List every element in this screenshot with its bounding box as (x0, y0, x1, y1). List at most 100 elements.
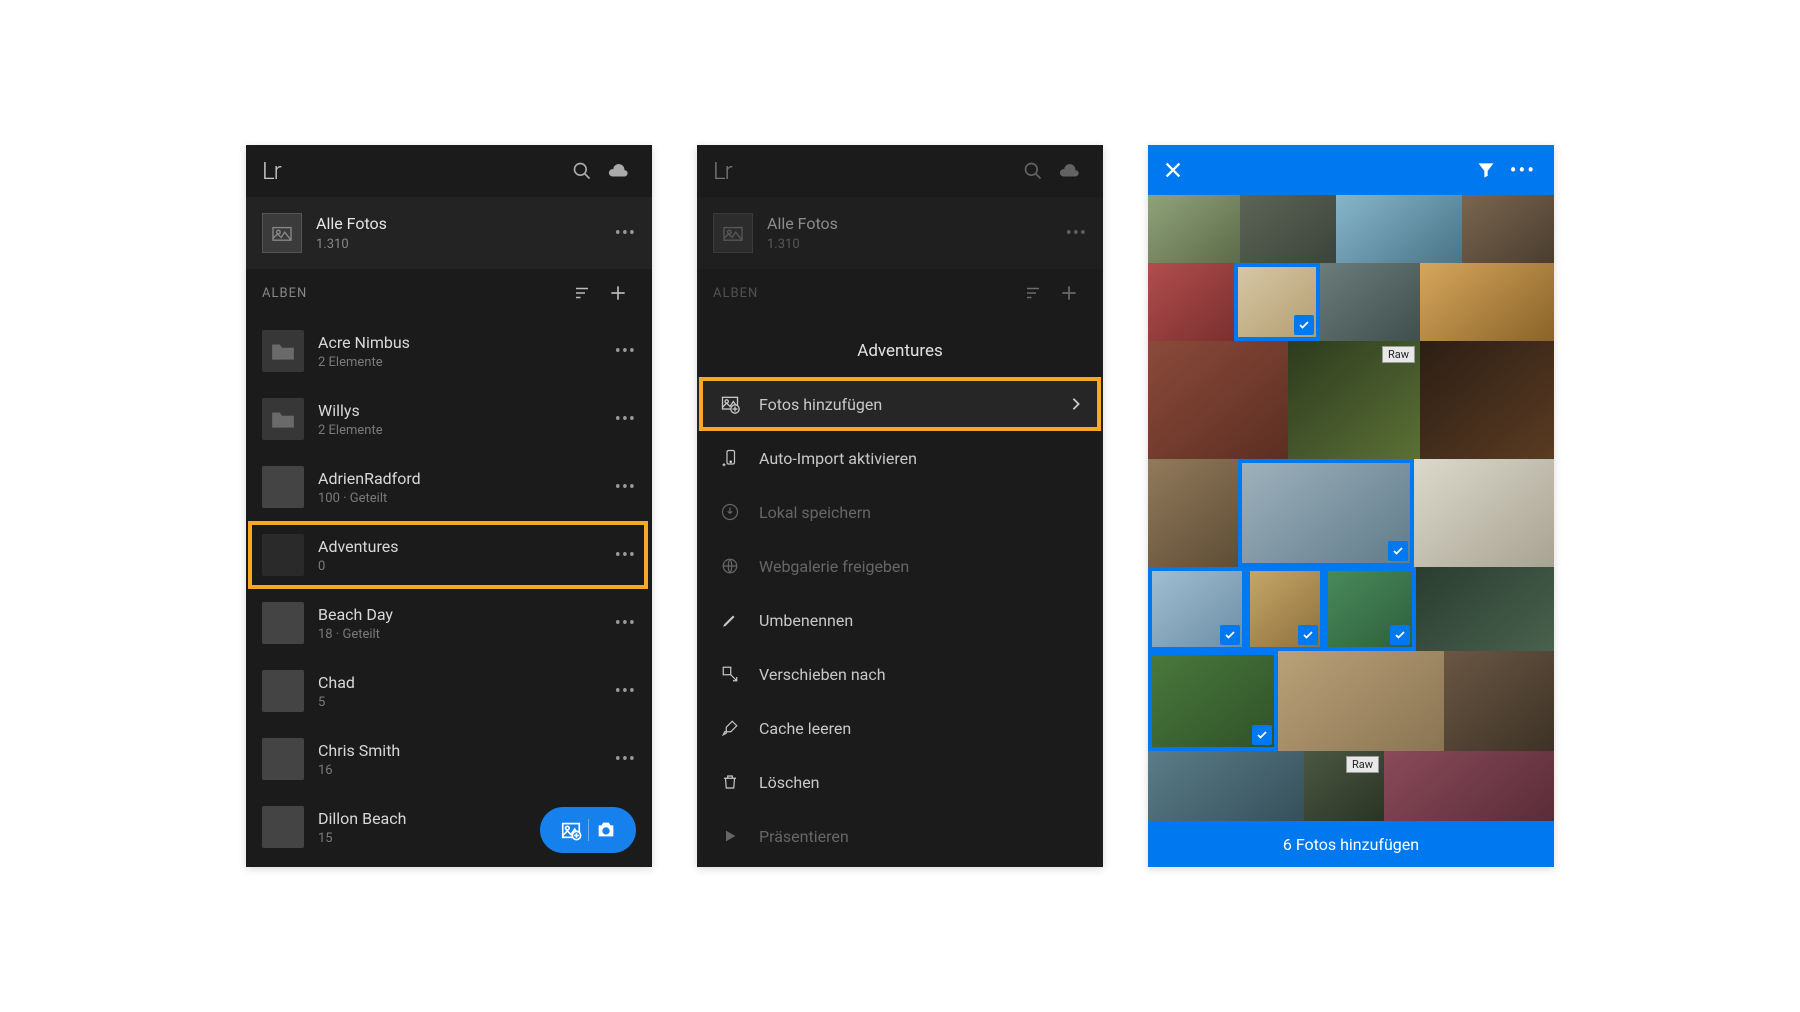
album-row[interactable]: Willys2 Elemente ••• (246, 385, 652, 453)
menu-item-label: Lokal speichern (759, 503, 1081, 522)
section-label: ALBEN (262, 286, 564, 301)
album-name: AdrienRadford (318, 469, 601, 488)
menu-item-play: Präsentieren (697, 809, 1103, 863)
screen-photo-picker: ••• Raw Raw 6 Fotos hinzufügen (1148, 145, 1554, 867)
more-icon[interactable]: ••• (615, 341, 636, 362)
play-icon (719, 828, 741, 844)
photo-thumbnail[interactable] (1148, 651, 1278, 751)
more-icon[interactable]: ••• (615, 681, 636, 702)
more-icon[interactable]: ••• (615, 409, 636, 430)
album-meta: 16 (318, 763, 601, 778)
more-icon[interactable]: ••• (615, 749, 636, 770)
photos-icon (262, 213, 302, 253)
photo-thumbnail[interactable] (1320, 263, 1420, 341)
menu-item-label: Umbenennen (759, 611, 1081, 630)
add-icon (1051, 283, 1087, 303)
album-thumb (262, 330, 304, 372)
add-photo-icon (560, 819, 582, 841)
photo-thumbnail[interactable] (1148, 459, 1238, 567)
album-row[interactable]: Adventures0••• (246, 521, 652, 589)
album-row[interactable]: Chris Smith 16 ••• (246, 725, 652, 793)
album-meta: 100 · Geteilt (318, 491, 601, 506)
menu-item-add-photo[interactable]: Fotos hinzufügen (697, 377, 1103, 431)
picker-header: ••• (1148, 145, 1554, 195)
photo-thumbnail[interactable] (1246, 567, 1324, 651)
menu-item-label: Cache leeren (759, 719, 1081, 738)
photo-thumbnail[interactable] (1148, 567, 1246, 651)
add-photos-button[interactable]: 6 Fotos hinzufügen (1148, 821, 1554, 867)
album-info: Acre Nimbus2 Elemente (318, 333, 601, 370)
photo-thumbnail[interactable] (1148, 751, 1304, 821)
photo-thumbnail[interactable] (1148, 341, 1288, 459)
album-thumb (262, 670, 304, 712)
photo-thumbnail[interactable] (1278, 651, 1444, 751)
more-icon[interactable]: ••• (615, 223, 636, 244)
menu-item-pencil[interactable]: Umbenennen (697, 593, 1103, 647)
fab-divider (588, 819, 589, 841)
menu-item-auto-import[interactable]: Auto-Import aktivieren (697, 431, 1103, 485)
album-list: Acre Nimbus2 Elemente•••Willys2 Elemente… (246, 317, 652, 861)
all-photos-row[interactable]: Alle Fotos 1.310 ••• (246, 197, 652, 269)
app-logo: Lr (262, 157, 564, 185)
more-icon[interactable]: ••• (615, 477, 636, 498)
selected-check-icon (1390, 625, 1410, 645)
broom-icon (719, 719, 741, 737)
photo-thumbnail[interactable] (1240, 195, 1336, 263)
topbar: Lr (246, 145, 652, 197)
close-icon[interactable] (1162, 159, 1184, 181)
raw-badge: Raw (1346, 756, 1379, 773)
photo-thumbnail[interactable] (1238, 459, 1414, 567)
album-row[interactable]: Beach Day18 · Geteilt••• (246, 589, 652, 657)
sort-icon[interactable] (564, 284, 600, 302)
menu-item-download: Lokal speichern (697, 485, 1103, 539)
album-name: Beach Day (318, 605, 601, 624)
photo-thumbnail[interactable] (1416, 567, 1554, 651)
menu-item-trash[interactable]: Löschen (697, 755, 1103, 809)
photo-grid[interactable]: Raw Raw (1148, 195, 1554, 821)
menu-item-label: Webgalerie freigeben (759, 557, 1081, 576)
camera-fab[interactable] (540, 807, 636, 853)
album-info: Willys2 Elemente (318, 401, 601, 438)
album-thumb (262, 738, 304, 780)
album-row[interactable]: Chad5••• (246, 657, 652, 725)
selected-check-icon (1298, 625, 1318, 645)
photo-thumbnail[interactable] (1324, 567, 1416, 651)
camera-icon (595, 819, 617, 841)
search-icon[interactable] (564, 153, 600, 189)
photo-thumbnail[interactable]: Raw (1304, 751, 1384, 821)
cloud-icon[interactable] (600, 153, 636, 189)
context-menu: Fotos hinzufügenAuto-Import aktivieren Lo… (697, 377, 1103, 863)
all-photos-count: 1.310 (767, 237, 1052, 252)
photo-thumbnail[interactable] (1444, 651, 1554, 751)
album-name: Chris Smith (318, 741, 601, 760)
photo-thumbnail[interactable] (1384, 751, 1554, 821)
photo-thumbnail[interactable] (1420, 263, 1554, 341)
menu-item-broom[interactable]: Cache leeren (697, 701, 1103, 755)
menu-item-move[interactable]: Verschieben nach (697, 647, 1103, 701)
photo-thumbnail[interactable] (1420, 341, 1554, 459)
cloud-icon[interactable] (1051, 153, 1087, 189)
add-icon[interactable] (600, 283, 636, 303)
album-name: Chad (318, 673, 601, 692)
album-row[interactable]: Acre Nimbus2 Elemente ••• (246, 317, 652, 385)
photo-thumbnail[interactable]: Raw (1288, 341, 1420, 459)
filter-icon[interactable] (1476, 160, 1496, 180)
trash-icon (719, 773, 741, 791)
photo-thumbnail[interactable] (1336, 195, 1462, 263)
menu-item-add-photo[interactable]: Fotos hinzufügen (697, 377, 1103, 431)
photo-thumbnail[interactable] (1234, 263, 1320, 341)
more-icon[interactable]: ••• (615, 545, 636, 566)
photo-thumbnail[interactable] (1148, 195, 1240, 263)
menu-title: Adventures (697, 317, 1103, 377)
search-icon[interactable] (1015, 153, 1051, 189)
photo-thumbnail[interactable] (1462, 195, 1554, 263)
more-icon[interactable]: ••• (1506, 158, 1540, 182)
more-icon[interactable]: ••• (615, 613, 636, 634)
photo-thumbnail[interactable] (1414, 459, 1554, 567)
globe-icon (719, 557, 741, 575)
photo-thumbnail[interactable] (1148, 263, 1234, 341)
selected-check-icon (1294, 315, 1314, 335)
album-row[interactable]: AdrienRadford 100 · Geteilt ••• (246, 453, 652, 521)
albums-section-header: ALBEN (697, 269, 1103, 317)
albums-section-header: ALBEN (246, 269, 652, 317)
